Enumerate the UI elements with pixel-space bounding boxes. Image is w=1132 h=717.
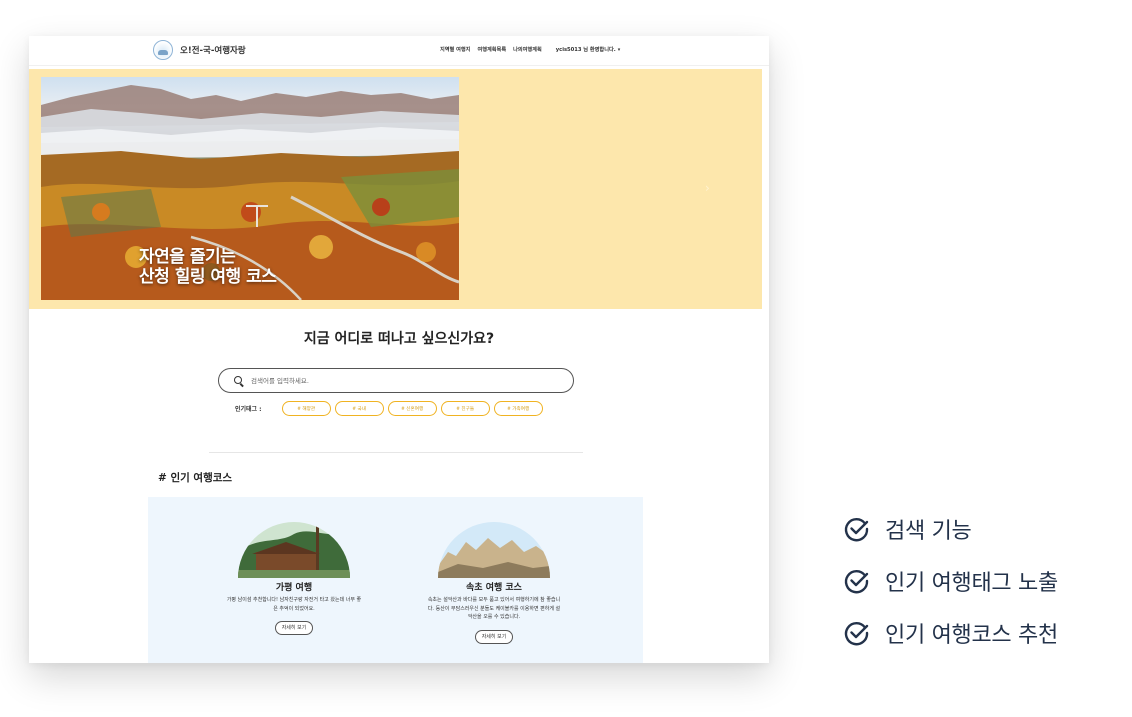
tag-family[interactable]: # 가족여행 [493,401,543,416]
feature-item: 검색 기능 [843,503,1058,555]
user-menu[interactable]: ycis5013 님 환영합니다. ▾ [556,46,621,53]
feature-item: 인기 여행태그 노출 [843,555,1058,607]
course-thumbnail[interactable] [438,522,550,578]
chevron-down-icon: ▾ [617,47,621,53]
section-divider [209,452,583,453]
rocky-peak-illustration [438,522,550,578]
course-name: 속초 여행 코스 [466,583,522,593]
browser-window: 오!전-국-여행자랑 지역별 여행지 여행계획목록 나의여행계획 ycis501… [29,36,769,663]
main-nav: 지역별 여행지 여행계획목록 나의여행계획 ycis5013 님 환영합니다. ▾ [440,46,620,53]
hero-title: 자연을 즐기는 산청 힐링 여행 코스 [139,247,277,287]
nav-item-plan-list[interactable]: 여행계획목록 [477,46,506,53]
popular-courses-panel: 가평 여행 가평 남이섬 추천합니다! 남자친구랑 자전거 타고 왔는데 너무 … [148,497,643,663]
search-icon[interactable] [234,376,242,384]
hero-image[interactable]: 자연을 즐기는 산청 힐링 여행 코스 [41,77,459,300]
check-circle-icon [844,570,869,594]
course-details-button[interactable]: 자세히 보기 [274,621,314,635]
popular-tags: 인기태그 : # 해양관 # 국내 # 신혼여행 # 친구들 # 가족여행 [235,401,547,416]
feature-item: 인기 여행코스 추천 [843,607,1058,659]
tag-friends[interactable]: # 친구들 [440,401,490,416]
logo-icon[interactable] [153,40,173,60]
site-logo-text[interactable]: 오!전-국-여행자랑 [180,44,246,56]
course-description: 속초는 설악산과 바다를 모두 품고 있어서 여행하기에 참 좋습니다. 등산이… [427,597,561,620]
course-thumbnail[interactable] [238,522,350,578]
search-heading: 지금 어디로 떠나고 싶으신가요? [303,331,495,347]
tag-honeymoon[interactable]: # 신혼여행 [387,401,437,416]
popular-courses-title: # 인기 여행코스 [158,472,233,484]
site-header: 오!전-국-여행자랑 지역별 여행지 여행계획목록 나의여행계획 ycis501… [29,36,769,66]
user-greeting: ycis5013 님 환영합니다. [555,47,616,53]
popular-tags-label: 인기태그 : [235,406,262,413]
course-name: 가평 여행 [275,583,313,593]
check-circle-icon [844,518,869,542]
hero-title-line-2: 산청 힐링 여행 코스 [139,267,277,287]
feature-list: 검색 기능 인기 여행태그 노출 인기 여행코스 추천 [843,503,1058,659]
feature-text: 인기 여행코스 추천 [885,623,1058,648]
hero-title-line-1: 자연을 즐기는 [139,247,236,267]
tag-domestic[interactable]: # 국내 [334,401,384,416]
feature-text: 인기 여행태그 노출 [885,571,1058,596]
course-card[interactable]: 가평 여행 가평 남이섬 추천합니다! 남자친구랑 자전거 타고 왔는데 너무 … [204,522,384,635]
course-details-button[interactable]: 자세히 보기 [474,629,514,644]
search-input[interactable] [251,373,551,389]
tag-ocean[interactable]: # 해양관 [281,401,331,416]
chevron-right-icon[interactable]: › [705,181,710,195]
course-description: 가평 남이섬 추천합니다! 남자친구랑 자전거 타고 왔는데 너무 좋은 추억이… [226,597,362,612]
course-card[interactable]: 속초 여행 코스 속초는 설악산과 바다를 모두 품고 있어서 여행하기에 참 … [404,522,584,644]
feature-text: 검색 기능 [885,519,972,544]
search-bar[interactable] [218,368,574,393]
forest-cabin-illustration [238,522,350,578]
nav-item-my-plans[interactable]: 나의여행계획 [513,46,542,53]
hero-banner: 자연을 즐기는 산청 힐링 여행 코스 › [29,69,762,309]
check-circle-icon [844,622,869,646]
nav-item-regional[interactable]: 지역별 여행지 [440,46,470,53]
